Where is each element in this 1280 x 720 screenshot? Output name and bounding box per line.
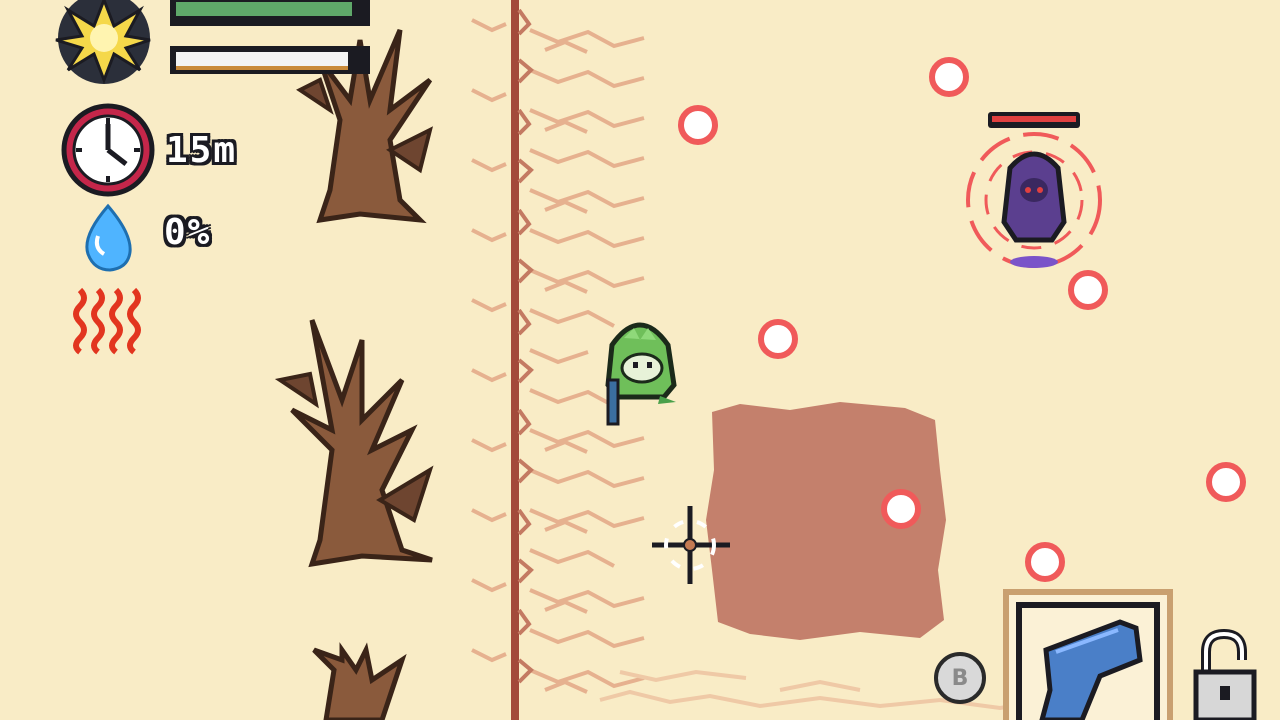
stamina-bar-fill	[176, 52, 348, 66]
button-b-label: B	[951, 665, 969, 691]
player-status-bars	[170, 0, 370, 74]
moisture-percent-label: 0%	[164, 212, 212, 253]
clock-icon	[61, 103, 155, 197]
weapon-button-b[interactable]: B	[934, 652, 986, 704]
unlocked-padlock-icon	[1193, 628, 1257, 720]
health-bar-fill	[176, 2, 352, 16]
sun-icon	[55, 0, 151, 85]
heat-icon	[73, 287, 141, 355]
water-drop-icon	[85, 203, 132, 272]
time-remaining-label: 15m	[166, 130, 238, 171]
hud	[55, 0, 1257, 720]
